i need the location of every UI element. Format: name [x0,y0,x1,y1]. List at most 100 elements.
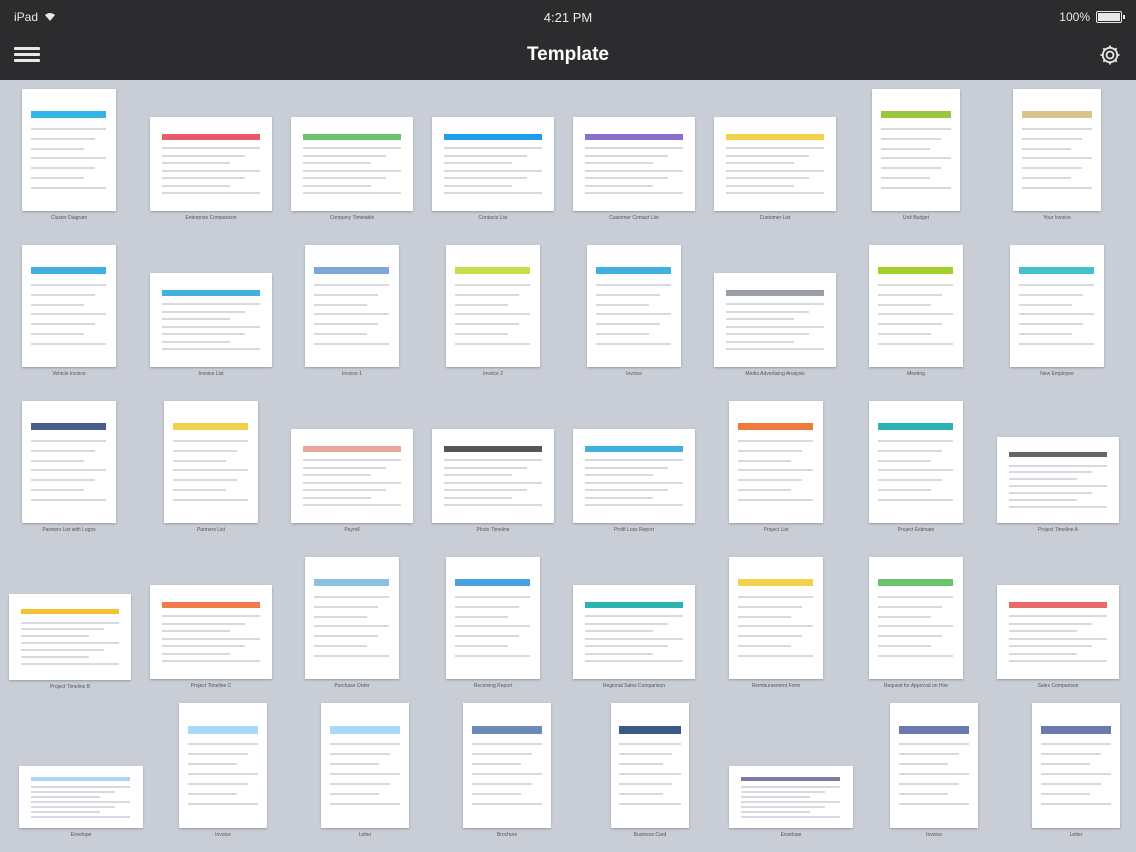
thumbnail-line [1009,615,1107,617]
template-label: Sales Comparison [1037,683,1079,689]
template-tile[interactable]: Profit Loss Report [573,429,695,537]
template-tile[interactable]: Business Card [611,703,689,842]
template-tile[interactable]: Partners List with Logos [22,401,116,537]
template-tile[interactable]: Project Timeline B [9,594,131,694]
template-tile[interactable]: Project Timeline C [150,585,272,693]
template-tile[interactable]: Media Advertising Analysis [714,273,836,381]
thumbnail-line [188,763,237,765]
template-tile[interactable]: New Employee [1010,245,1104,381]
thumbnail-line [31,489,84,491]
thumbnail-line [21,635,89,637]
thumbnail-line [162,155,245,157]
template-thumbnail [432,429,554,523]
template-tile[interactable]: Customer Contact List [573,117,695,225]
template-thumbnail [9,594,131,680]
template-tile[interactable]: Payroll [291,429,413,537]
template-tile[interactable]: Unit Budget [872,89,960,225]
thumbnail-line [314,606,378,608]
thumbnail-line [585,185,653,187]
template-tile[interactable]: Envelope [729,766,853,842]
thumbnail-line [619,803,681,805]
thumbnail-line [1041,753,1101,755]
thumbnail-line [596,333,649,335]
template-tile[interactable]: Invoice [179,703,267,842]
thumbnail-line [878,616,931,618]
thumbnail-line [31,796,100,798]
template-tile[interactable]: Invoice List [150,273,272,381]
thumbnail-line [314,616,367,618]
thumbnail-line [162,185,230,187]
thumbnail-accent-bar [472,726,542,734]
template-tile[interactable]: Cluster Diagram [22,89,116,225]
thumbnail-line [444,185,512,187]
thumbnail-accent-bar [31,423,106,430]
template-tile[interactable]: Project List [729,401,823,537]
template-tile[interactable]: Invoice [890,703,978,842]
template-tile[interactable]: Sales Comparison [997,585,1119,693]
thumbnail-line [303,162,371,164]
template-tile[interactable]: Invoice [587,245,681,381]
thumbnail-line [1009,471,1092,473]
thumbnail-line [1041,803,1111,805]
template-thumbnail [291,429,413,523]
template-tile[interactable]: Regional Sales Comparison [573,585,695,693]
template-tile[interactable]: Project Timeline A [997,437,1119,537]
thumbnail-line [444,467,527,469]
template-tile[interactable]: Invoice 2 [446,245,540,381]
gear-icon[interactable] [1098,43,1122,67]
thumbnail-line [899,743,969,745]
thumbnail-accent-bar [596,267,671,274]
thumbnail-line [878,284,953,286]
template-tile[interactable]: Reimbursement Form [729,557,823,693]
thumbnail-line [303,504,401,506]
template-tile[interactable]: Purchase Order [305,557,399,693]
template-tile[interactable]: Request for Approval on Hire [869,557,963,693]
template-tile[interactable]: Customer List [714,117,836,225]
template-tile[interactable]: Your Invoice [1013,89,1101,225]
template-tile[interactable]: Partners List [164,401,258,537]
thumbnail-line [303,185,371,187]
thumbnail-line [31,791,115,793]
thumbnail-line [878,635,942,637]
template-tile[interactable]: Meeting [869,245,963,381]
thumbnail-line [314,596,389,598]
thumbnail-accent-bar [314,267,389,274]
thumbnail-line [21,649,104,651]
template-tile[interactable]: Contacts List [432,117,554,225]
thumbnail-line [585,192,683,194]
template-tile[interactable]: Enterprise Comparison [150,117,272,225]
battery-label: 100% [1059,10,1090,24]
thumbnail-line [738,635,802,637]
thumbnail-accent-bar [726,290,824,296]
thumbnail-line [31,187,106,189]
template-tile[interactable]: Receiving Report [446,557,540,693]
template-tile[interactable]: Invoice 1 [305,245,399,381]
thumbnail-accent-bar [741,777,840,781]
template-tile[interactable]: Company Timetable [291,117,413,225]
thumbnail-line [878,499,953,501]
template-tile[interactable]: Letter [1032,703,1120,842]
template-thumbnail [573,429,695,523]
template-label: Profit Loss Report [613,527,655,533]
thumbnail-accent-bar [173,423,248,430]
thumbnail-accent-bar [314,579,389,586]
template-tile[interactable]: Vehicle Invoice [22,245,116,381]
template-tile[interactable]: Letter [321,703,409,842]
thumbnail-line [472,803,542,805]
template-thumbnail [997,585,1119,679]
thumbnail-line [314,333,367,335]
template-tile[interactable]: Project Estimate [869,401,963,537]
template-label: Cluster Diagram [50,215,88,221]
template-thumbnail [714,273,836,367]
thumbnail-line [21,663,119,665]
template-tile[interactable]: Envelope [19,766,143,842]
thumbnail-line [162,311,245,313]
thumbnail-line [585,623,668,625]
template-thumbnail [1010,245,1104,367]
thumbnail-line [303,155,386,157]
thumbnail-line [585,489,668,491]
template-tile[interactable]: Brochure [463,703,551,842]
template-tile[interactable]: Photo Timeline [432,429,554,537]
thumbnail-line [31,294,95,296]
thumbnail-line [162,638,260,640]
